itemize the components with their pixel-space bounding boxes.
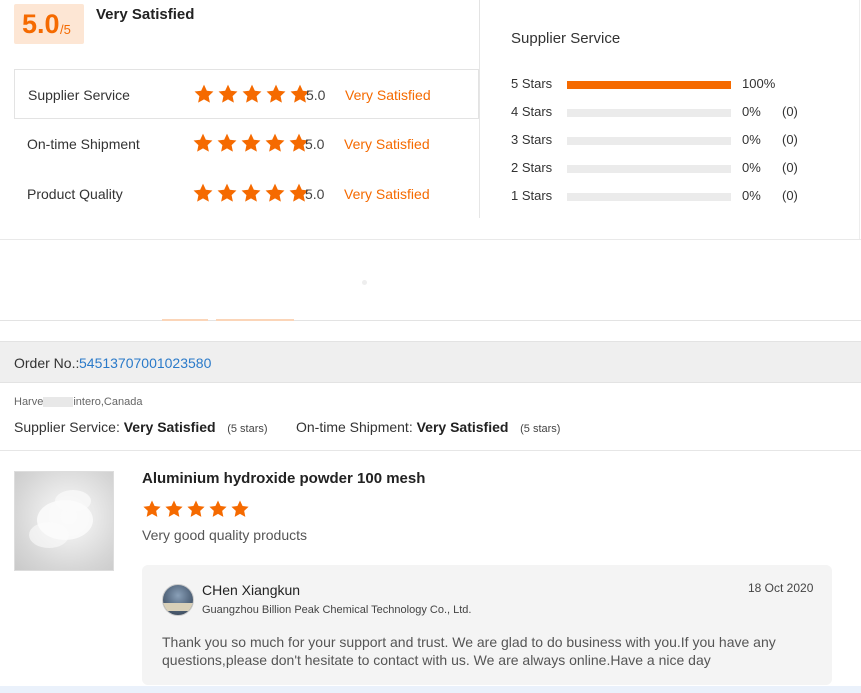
order-supplier-service-label: Supplier Service: xyxy=(14,419,124,435)
distribution-label: 4 Stars xyxy=(511,104,553,119)
distribution-percent: 0% xyxy=(742,188,761,203)
star-icon xyxy=(265,183,285,202)
buyer-info: Harve intero,Canada xyxy=(14,396,142,408)
product-title[interactable]: Aluminium hydroxide powder 100 mesh xyxy=(142,470,425,487)
order-number-link[interactable]: 54513707001023580 xyxy=(79,355,211,371)
distribution-label: 1 Stars xyxy=(511,188,553,203)
divider xyxy=(859,0,860,240)
order-shipment: On-time Shipment: Very Satisfied (5 star… xyxy=(296,419,560,435)
obscured-area xyxy=(0,240,861,320)
order-shipment-value: Very Satisfied xyxy=(416,419,509,435)
order-supplier-service-value: Very Satisfied xyxy=(123,419,216,435)
star-icon xyxy=(187,500,205,517)
reply-date: 18 Oct 2020 xyxy=(748,581,814,595)
star-icon xyxy=(193,183,213,202)
distribution-row-3: 3 Stars 0% (0) xyxy=(511,130,831,150)
supplier-reply: CHen Xiangkun Guangzhou Billion Peak Che… xyxy=(142,565,832,685)
order-shipment-label: On-time Shipment: xyxy=(296,419,417,435)
obscured-mark xyxy=(216,319,294,321)
distribution-count: (0) xyxy=(782,188,798,203)
star-icon xyxy=(241,183,261,202)
rating-row-on-time-shipment[interactable]: On-time Shipment 5.0 Very Satisfied xyxy=(14,119,479,169)
order-supplier-service-stars: (5 stars) xyxy=(227,423,268,435)
distribution-bar xyxy=(567,165,731,173)
divider xyxy=(0,450,861,451)
overall-score-badge: 5.0 /5 xyxy=(14,4,84,44)
distribution-count: (0) xyxy=(782,160,798,175)
distribution-percent: 0% xyxy=(742,104,761,119)
reply-text: Thank you so much for your support and t… xyxy=(162,634,776,668)
distribution-percent: 0% xyxy=(742,132,761,147)
order-shipment-stars: (5 stars) xyxy=(520,423,561,435)
distribution-count: (0) xyxy=(782,104,798,119)
reply-company: Guangzhou Billion Peak Chemical Technolo… xyxy=(202,604,472,616)
rating-row-product-quality[interactable]: Product Quality 5.0 Very Satisfied xyxy=(14,169,479,219)
rating-score: 5.0 xyxy=(305,136,325,152)
avatar xyxy=(162,584,194,616)
obscured-mark xyxy=(162,319,208,321)
buyer-location: intero,Canada xyxy=(73,396,143,408)
star-icon xyxy=(241,133,261,152)
distribution-label: 3 Stars xyxy=(511,132,553,147)
distribution-label: 2 Stars xyxy=(511,160,553,175)
page-bottom-edge xyxy=(0,686,861,693)
obscured-mark xyxy=(362,280,367,285)
distribution-bar xyxy=(567,109,731,117)
star-icon xyxy=(265,133,285,152)
rating-stars xyxy=(192,182,310,204)
distribution-count: (0) xyxy=(782,132,798,147)
star-icon xyxy=(194,84,214,103)
star-icon xyxy=(218,84,238,103)
star-icon xyxy=(209,500,227,517)
rating-stars xyxy=(193,83,311,105)
distribution-row-2: 2 Stars 0% (0) xyxy=(511,158,831,178)
rating-row-supplier-service[interactable]: Supplier Service 5.0 Very Satisfied xyxy=(14,69,479,119)
star-icon xyxy=(193,133,213,152)
rating-score: 5.0 xyxy=(305,186,325,202)
star-icon xyxy=(266,84,286,103)
star-icon xyxy=(242,84,262,103)
star-icon xyxy=(217,183,237,202)
review-comment: Very good quality products xyxy=(142,527,307,543)
overall-verdict: Very Satisfied xyxy=(96,6,195,23)
rating-verdict: Very Satisfied xyxy=(344,186,430,202)
distribution-row-1: 1 Stars 0% (0) xyxy=(511,186,831,206)
distribution-bar-fill xyxy=(567,81,731,89)
star-icon xyxy=(143,500,161,517)
rating-score: 5.0 xyxy=(306,87,326,103)
rating-verdict: Very Satisfied xyxy=(344,136,430,152)
distribution-bar xyxy=(567,137,731,145)
masked-text xyxy=(43,397,74,408)
distribution-title: Supplier Service xyxy=(511,30,621,47)
order-number-label: Order No.: xyxy=(14,355,80,371)
divider xyxy=(479,30,480,218)
distribution-label: 5 Stars xyxy=(511,76,553,91)
distribution-bar xyxy=(567,81,731,89)
buyer-name-start: Harve xyxy=(14,396,44,408)
review-stars xyxy=(142,499,250,519)
star-icon xyxy=(231,500,249,517)
product-image[interactable] xyxy=(14,471,114,571)
distribution-percent: 0% xyxy=(742,160,761,175)
order-header: Order No.: 54513707001023580 xyxy=(0,341,861,383)
distribution-percent: 100% xyxy=(742,76,776,91)
rating-verdict: Very Satisfied xyxy=(345,87,431,103)
divider xyxy=(0,320,861,321)
rating-stars xyxy=(192,132,310,154)
distribution-bar xyxy=(567,193,731,201)
order-supplier-service: Supplier Service: Very Satisfied (5 star… xyxy=(14,419,268,435)
overall-score: 5.0 xyxy=(22,9,60,39)
star-icon xyxy=(217,133,237,152)
rating-label: Supplier Service xyxy=(28,87,130,103)
distribution-row-4: 4 Stars 0% (0) xyxy=(511,102,831,122)
star-icon xyxy=(165,500,183,517)
overall-score-max: /5 xyxy=(60,22,71,37)
reply-author-name: CHen Xiangkun xyxy=(202,582,301,598)
distribution-row-5: 5 Stars 100% xyxy=(511,74,831,94)
rating-label: Product Quality xyxy=(27,186,123,202)
rating-label: On-time Shipment xyxy=(27,136,140,152)
